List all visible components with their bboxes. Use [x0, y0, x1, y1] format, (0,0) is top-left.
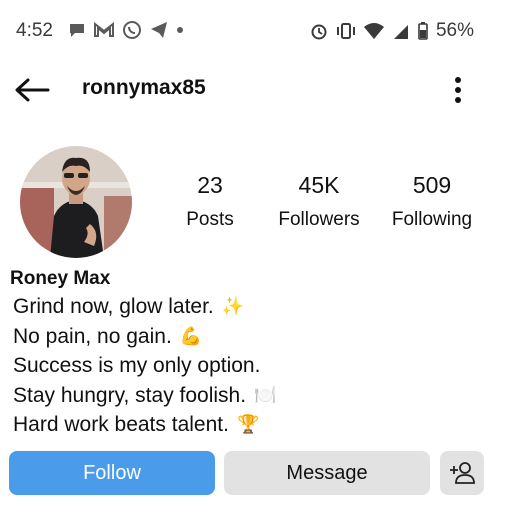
telegram-icon: [151, 22, 167, 38]
gmail-icon: [94, 22, 114, 37]
following-count: 509: [412, 172, 452, 198]
posts-stat[interactable]: 23 Posts: [180, 172, 240, 231]
bio-line: Hard work beats talent. 🏆: [13, 410, 276, 440]
vibrate-icon: [336, 23, 355, 39]
profile-display-name: Roney Max: [10, 268, 111, 289]
add-person-icon: [450, 462, 475, 484]
battery-percent: 56%: [435, 20, 474, 41]
posts-count: 23: [197, 172, 223, 198]
profile-username: ronnymax85: [82, 76, 206, 99]
followers-stat[interactable]: 45K Followers: [271, 172, 367, 231]
status-bar: 4:52 56%: [0, 0, 510, 64]
message-button[interactable]: Message: [224, 451, 430, 495]
followers-label: Followers: [278, 209, 360, 230]
followers-count: 45K: [298, 172, 340, 198]
profile-header: ronnymax85: [0, 64, 510, 116]
follow-button[interactable]: Follow: [9, 451, 215, 495]
system-icons: 56%: [310, 20, 474, 42]
notification-icons: [68, 20, 184, 40]
whatsapp-icon: [123, 21, 141, 39]
bio-line: Success is my only option.: [13, 351, 276, 381]
bio-text: Grind now, glow later.: [13, 295, 214, 318]
chat-bubble-icon: [70, 24, 84, 37]
bio-text: No pain, no gain.: [13, 324, 172, 348]
dot-icon: [177, 27, 183, 33]
battery-icon: [418, 22, 428, 40]
following-label: Following: [391, 209, 473, 230]
more-options-button[interactable]: [446, 74, 470, 106]
back-arrow-icon: [15, 78, 50, 102]
status-time: 4:52: [16, 20, 53, 41]
sparkles-emoji: ✨: [221, 296, 245, 316]
bio-text: Hard work beats talent.: [13, 413, 229, 436]
following-stat[interactable]: 509 Following: [383, 172, 481, 231]
profile-avatar[interactable]: [20, 146, 132, 258]
wifi-icon: [363, 23, 384, 39]
flexed-biceps-emoji: 💪: [179, 325, 203, 346]
bio-line: No pain, no gain. 💪: [13, 322, 276, 352]
plate-cutlery-emoji: 🍽️: [254, 384, 277, 405]
bio-line: Grind now, glow later. ✨: [13, 292, 276, 322]
back-button[interactable]: [12, 72, 52, 108]
bio-text: Success is my only option.: [13, 354, 261, 377]
signal-icon: [393, 25, 408, 39]
bio-text: Stay hungry, stay foolish.: [13, 383, 247, 407]
posts-label: Posts: [186, 209, 234, 230]
more-vertical-icon: [455, 77, 461, 103]
trophy-emoji: 🏆: [236, 414, 260, 434]
alarm-icon: [311, 24, 327, 40]
bio-line: Stay hungry, stay foolish. 🍽️: [13, 381, 276, 411]
profile-bio: Grind now, glow later. ✨ No pain, no gai…: [13, 292, 276, 440]
suggested-accounts-button[interactable]: [440, 451, 484, 495]
